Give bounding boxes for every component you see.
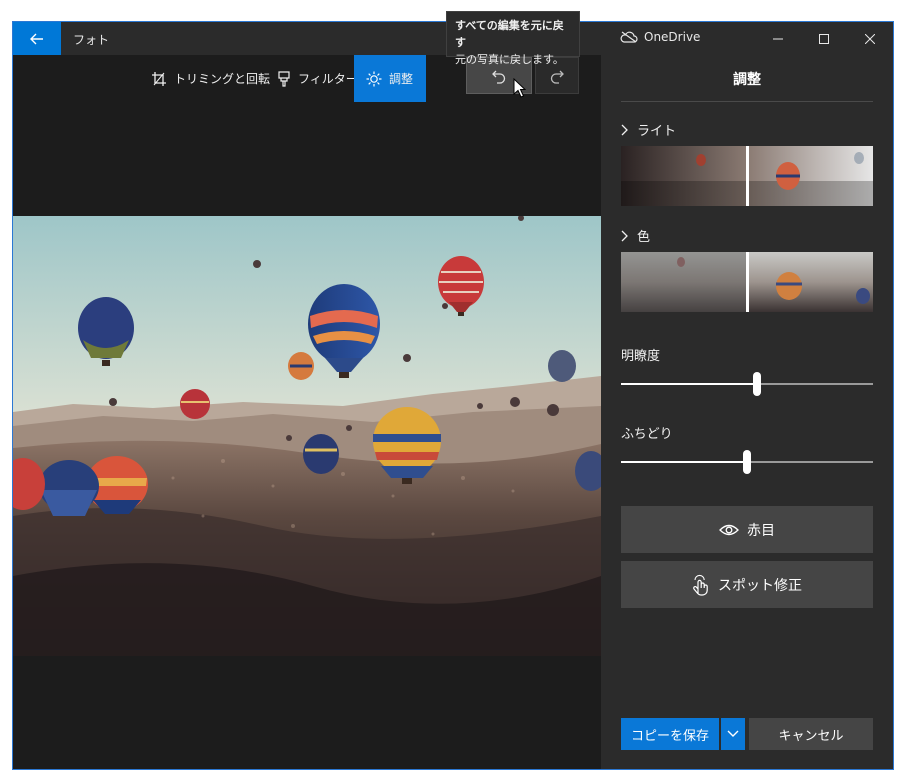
panel-title: 調整 xyxy=(733,72,761,88)
photos-app-window: フォト OneDrive トリミングと回転 フィルター 調整 調整 ライト 色 … xyxy=(12,21,894,770)
cancel-label: キャンセル xyxy=(778,728,844,744)
save-copy-label: コピーを保存 xyxy=(630,728,709,744)
clarity-label: 明瞭度 xyxy=(621,349,661,364)
color-section-label: 色 xyxy=(637,230,651,245)
light-section-label: ライト xyxy=(637,124,677,139)
close-button[interactable] xyxy=(847,22,893,55)
back-button[interactable] xyxy=(13,22,61,55)
filter-label: フィルター xyxy=(298,72,358,86)
eye-icon xyxy=(719,524,739,535)
app-title: フォト xyxy=(73,33,110,47)
slider-thumb[interactable] xyxy=(743,450,751,474)
light-preview-strip[interactable] xyxy=(621,146,873,206)
red-eye-button[interactable]: 赤目 xyxy=(621,506,873,553)
crop-icon xyxy=(152,71,166,86)
balloon-small-red-mid xyxy=(180,389,210,419)
vignette-slider[interactable] xyxy=(621,450,873,474)
spot-fix-label: スポット修正 xyxy=(718,577,802,594)
cancel-button[interactable]: キャンセル xyxy=(749,718,873,750)
close-icon xyxy=(865,33,875,44)
onedrive-cloud-icon xyxy=(620,31,638,43)
chevron-down-icon xyxy=(727,730,739,737)
back-arrow-icon xyxy=(30,33,43,44)
chevron-right-icon xyxy=(621,124,628,135)
adjust-panel: 調整 ライト 色 明瞭度 ふちどり 赤目 スポット修正 コピーを保存 キャンセル xyxy=(601,55,893,769)
photo-preview[interactable] xyxy=(13,216,601,656)
undo-tooltip: すべての編集を元に戻す 元の写真に戻します。 xyxy=(446,11,580,66)
filter-icon xyxy=(278,70,290,87)
vignette-label: ふちどり xyxy=(621,427,673,442)
clarity-slider[interactable] xyxy=(621,372,873,396)
spot-fix-button[interactable]: スポット修正 xyxy=(621,561,873,608)
maximize-icon xyxy=(819,33,829,44)
slider-thumb[interactable] xyxy=(753,372,762,396)
photo-canvas-area: トリミングと回転 フィルター 調整 xyxy=(13,55,601,769)
color-preview-strip[interactable] xyxy=(621,252,873,312)
hot-air-balloons-photo xyxy=(13,216,601,656)
slider-fill xyxy=(621,383,758,385)
panel-divider xyxy=(621,101,873,102)
adjust-label: 調整 xyxy=(389,72,414,86)
maximize-button[interactable] xyxy=(801,22,847,55)
color-section-toggle[interactable]: 色 xyxy=(621,226,650,245)
undo-icon xyxy=(492,70,506,84)
save-options-dropdown[interactable] xyxy=(721,718,745,750)
split-divider xyxy=(746,146,749,206)
cursor-icon xyxy=(513,78,526,98)
split-divider xyxy=(746,252,749,312)
minimize-icon xyxy=(773,38,783,39)
touch-hand-icon xyxy=(693,574,708,596)
onedrive-label: OneDrive xyxy=(644,30,701,44)
adjust-tab[interactable]: 調整 xyxy=(354,55,426,102)
redo-icon xyxy=(550,70,564,84)
slider-fill xyxy=(621,461,747,463)
light-section-toggle[interactable]: ライト xyxy=(621,120,676,139)
save-copy-button[interactable]: コピーを保存 xyxy=(621,718,719,750)
balloon-small-orange xyxy=(288,352,314,380)
filter-tab[interactable]: フィルター xyxy=(277,55,358,102)
tooltip-body: 元の写真に戻します。 xyxy=(455,53,564,66)
crop-rotate-label: トリミングと回転 xyxy=(174,72,271,86)
chevron-right-icon xyxy=(621,230,628,241)
onedrive-status[interactable]: OneDrive xyxy=(620,30,700,44)
crop-rotate-tab[interactable]: トリミングと回転 xyxy=(151,55,270,102)
minimize-button[interactable] xyxy=(755,22,801,55)
tooltip-title: すべての編集を元に戻す xyxy=(455,19,564,49)
balloon-small-stripe-mid xyxy=(303,434,339,474)
sun-icon xyxy=(366,71,382,86)
red-eye-label: 赤目 xyxy=(747,522,775,539)
